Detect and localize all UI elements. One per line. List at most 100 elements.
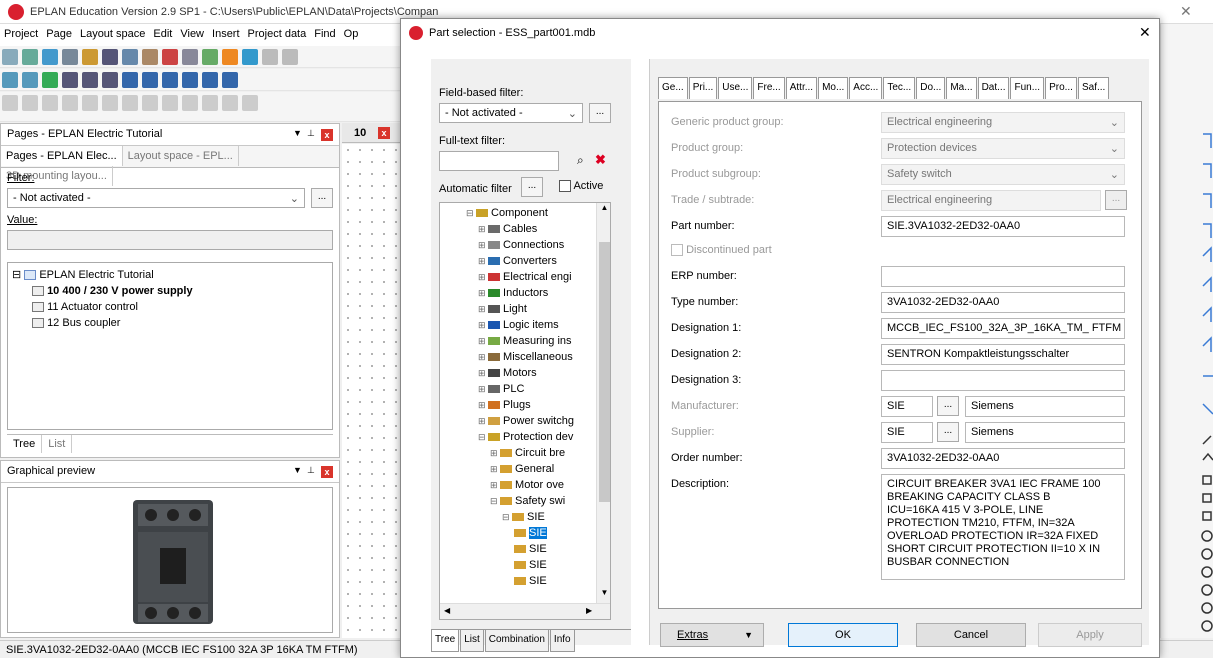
- device-icon[interactable]: [62, 95, 78, 111]
- page-prev-icon[interactable]: [2, 72, 18, 88]
- part-tree-item[interactable]: ⊞ Cables: [442, 221, 610, 237]
- tab-combination-view[interactable]: Combination: [484, 630, 549, 652]
- part-tree-item[interactable]: ⊞ Circuit bre: [442, 445, 610, 461]
- pen-icon[interactable]: [82, 95, 98, 111]
- menu-options[interactable]: Op: [340, 24, 363, 40]
- undo-list-icon[interactable]: [262, 49, 278, 65]
- scroll-up-icon[interactable]: ▲: [597, 203, 610, 212]
- pane-menu-icon[interactable]: ▼: [293, 465, 302, 475]
- expand-icon[interactable]: ⊞: [490, 464, 500, 474]
- pages-filter-select[interactable]: - Not activated - ⌄: [7, 188, 305, 208]
- part-tree-item[interactable]: SIE: [442, 573, 610, 589]
- tree-item-page-12[interactable]: 12 Bus coupler: [12, 315, 328, 331]
- part-tree-item[interactable]: ⊞ Light: [442, 301, 610, 317]
- tab-documents[interactable]: Do...: [916, 77, 946, 99]
- delete-icon[interactable]: [162, 49, 178, 65]
- manufacturer-name-field[interactable]: Siemens: [965, 396, 1125, 417]
- menu-project[interactable]: Project: [0, 24, 42, 40]
- collapse-icon[interactable]: ⊟: [478, 432, 488, 442]
- terminal2-icon[interactable]: [162, 95, 178, 111]
- part-tree-item[interactable]: ⊞ Inductors: [442, 285, 610, 301]
- part-tree-item[interactable]: ⊞ Motor ove: [442, 477, 610, 493]
- scroll-left-icon[interactable]: ◀: [444, 606, 450, 615]
- expand-icon[interactable]: ⊞: [478, 400, 488, 410]
- expand-icon[interactable]: ⊞: [478, 224, 488, 234]
- expand-icon[interactable]: ⊞: [478, 304, 488, 314]
- layer-icon[interactable]: [22, 95, 38, 111]
- print-icon[interactable]: [62, 49, 78, 65]
- open-icon[interactable]: [22, 49, 38, 65]
- pin-icon[interactable]: ⊥: [307, 128, 315, 139]
- pane-menu-icon[interactable]: ▼: [293, 128, 302, 138]
- menu-find[interactable]: Find: [310, 24, 339, 40]
- filter-options-button[interactable]: ...: [311, 188, 333, 208]
- tab-macros[interactable]: Ma...: [946, 77, 977, 99]
- tab-technical[interactable]: Tec...: [883, 77, 916, 99]
- part-tree-item[interactable]: ⊞ Logic items: [442, 317, 610, 333]
- menu-insert[interactable]: Insert: [208, 24, 244, 40]
- tab-layout-space[interactable]: Layout space - EPL...: [123, 146, 239, 166]
- expand-icon[interactable]: ⊞: [478, 368, 488, 378]
- insert-icon[interactable]: [42, 72, 58, 88]
- tab-info-view[interactable]: Info: [549, 630, 575, 652]
- tab-list-view[interactable]: List: [460, 630, 484, 652]
- plug-icon[interactable]: [242, 95, 258, 111]
- tab-accessories[interactable]: Acc...: [849, 77, 883, 99]
- expand-icon[interactable]: ⊞: [490, 448, 500, 458]
- expand-icon[interactable]: ⊞: [478, 256, 488, 266]
- value-field[interactable]: [7, 230, 333, 250]
- designation2-field[interactable]: SENTRON Kompaktleistungsschalter: [881, 344, 1125, 365]
- pane-close-icon[interactable]: x: [321, 466, 333, 478]
- menu-edit[interactable]: Edit: [149, 24, 176, 40]
- part-tree-item[interactable]: ⊞ Plugs: [442, 397, 610, 413]
- expand-icon[interactable]: ⊞: [478, 336, 488, 346]
- supplier-name-field[interactable]: Siemens: [965, 422, 1125, 443]
- supplier-code-field[interactable]: SIE: [881, 422, 933, 443]
- tab-mounting[interactable]: Mo...: [818, 77, 849, 99]
- tab-functions[interactable]: Fun...: [1010, 77, 1045, 99]
- binoculars-icon[interactable]: ⌕: [577, 153, 584, 168]
- extras-button[interactable]: Extras ▼: [660, 623, 764, 647]
- scroll-right-icon[interactable]: ▶: [586, 606, 592, 615]
- designation1-field[interactable]: MCCB_IEC_FS100_32A_3P_16KA_TM_ FTFM: [881, 318, 1125, 339]
- bus-icon[interactable]: [222, 95, 238, 111]
- table-icon[interactable]: [102, 95, 118, 111]
- layout-icon[interactable]: [122, 95, 138, 111]
- collapse-icon[interactable]: ⊟: [466, 208, 476, 218]
- cut-icon[interactable]: [102, 49, 118, 65]
- fulltext-filter-input[interactable]: [439, 151, 559, 171]
- tab-tree[interactable]: Tree: [7, 435, 43, 453]
- tab-free[interactable]: Fre...: [753, 77, 785, 99]
- connector-icon[interactable]: [182, 72, 198, 88]
- properties-icon[interactable]: [82, 49, 98, 65]
- field-filter-select[interactable]: - Not activated - ⌄: [439, 103, 583, 123]
- field-filter-options-button[interactable]: ...: [589, 103, 611, 123]
- menu-page[interactable]: Page: [42, 24, 76, 40]
- auto-filter-options-button[interactable]: ...: [521, 177, 543, 197]
- tab-list[interactable]: List: [42, 435, 73, 453]
- part-tree-item[interactable]: ⊟ Component: [442, 205, 610, 221]
- wire-icon[interactable]: [202, 95, 218, 111]
- part-tree-item[interactable]: ⊞ Miscellaneous: [442, 349, 610, 365]
- scroll-thumb[interactable]: [599, 242, 610, 502]
- order-number-field[interactable]: 3VA1032-2ED32-0AA0: [881, 448, 1125, 469]
- scroll-down-icon[interactable]: ▼: [597, 588, 610, 597]
- redo-list-icon[interactable]: [282, 49, 298, 65]
- part-tree-item[interactable]: SIE: [442, 525, 610, 541]
- tab-pages[interactable]: Pages - EPLAN Elec...: [1, 146, 123, 166]
- part-tree-item[interactable]: ⊞ Power switchg: [442, 413, 610, 429]
- numbering-icon[interactable]: [62, 72, 78, 88]
- expand-icon[interactable]: ⊞: [478, 416, 488, 426]
- schematic-canvas[interactable]: [342, 144, 402, 638]
- part-tree-item[interactable]: ⊟ Protection dev: [442, 429, 610, 445]
- new-icon[interactable]: [2, 49, 18, 65]
- menu-project-data[interactable]: Project data: [244, 24, 311, 40]
- ohm-icon[interactable]: [182, 95, 198, 111]
- collapse-icon[interactable]: ⊟: [490, 496, 500, 506]
- format2-icon[interactable]: [202, 49, 218, 65]
- description-textarea[interactable]: CIRCUIT BREAKER 3VA1 IEC FRAME 100 BREAK…: [881, 474, 1125, 580]
- part-tree-item[interactable]: SIE: [442, 541, 610, 557]
- save-icon[interactable]: [42, 49, 58, 65]
- erp-number-field[interactable]: [881, 266, 1125, 287]
- menu-view[interactable]: View: [176, 24, 208, 40]
